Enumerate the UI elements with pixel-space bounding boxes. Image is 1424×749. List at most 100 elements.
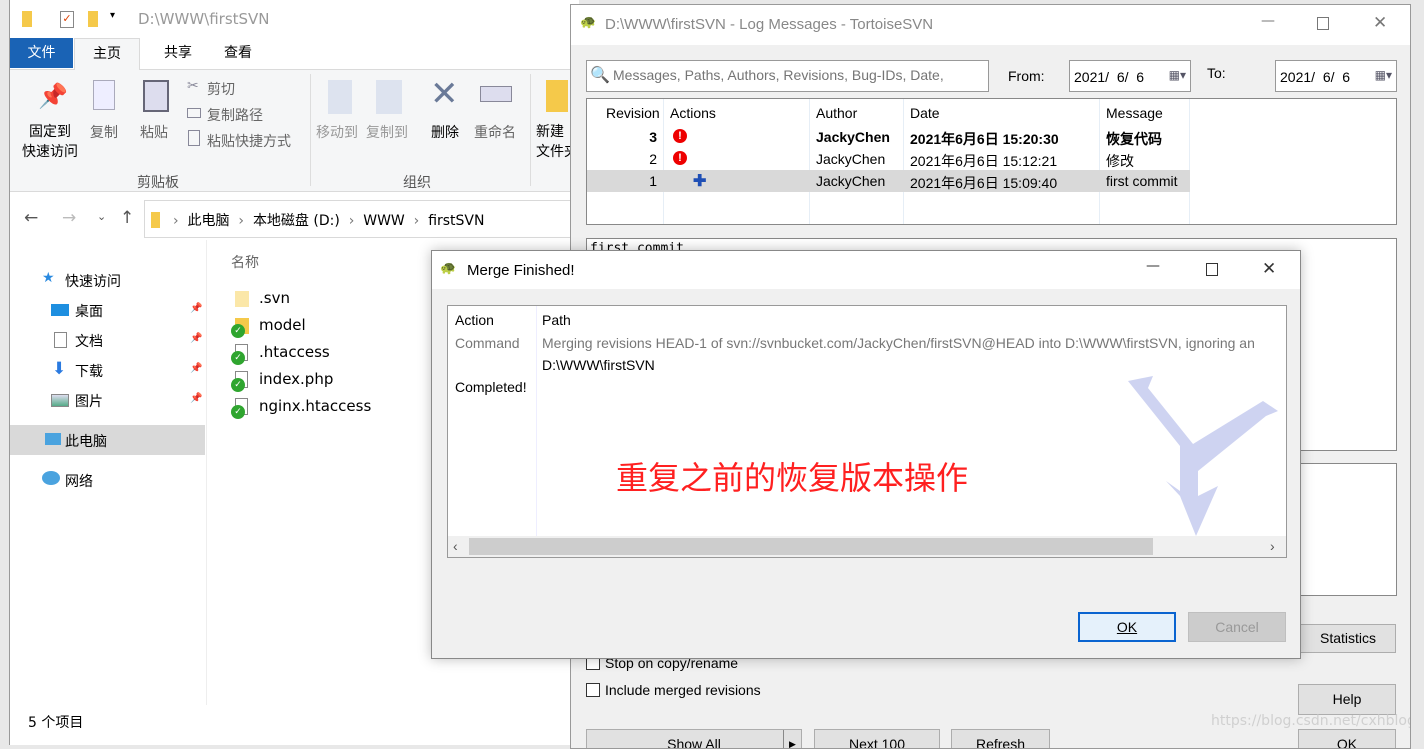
file-name: index.php [259,370,334,388]
folder-icon[interactable] [88,11,98,27]
nav-this-pc[interactable]: 此电脑 [10,425,205,455]
close-button[interactable]: ✕ [1373,13,1387,33]
paste-button[interactable]: 粘贴 [140,122,168,142]
from-label: From: [1008,68,1045,84]
breadcrumb-item[interactable]: 此电脑 [188,213,230,229]
statistics-button[interactable]: Statistics [1300,624,1396,653]
minimize-button[interactable]: — [1261,13,1275,29]
cell-author: JackyChen [816,173,886,189]
column-header-name[interactable]: 名称 [231,252,259,272]
scroll-left-icon[interactable]: ‹ [453,538,458,554]
pin-icon[interactable]: 📌 [190,393,202,404]
revision-list: Revision Actions Author Date Message 3 Ja… [586,98,1397,225]
up-arrow-icon[interactable]: ↑ [120,208,134,228]
navigation-bar: ← → ⌄ ↑ › 此电脑 › 本地磁盘 (D:) › WWW › firstS… [10,200,579,238]
dropdown-arrow-icon[interactable]: ▶ [783,730,801,748]
refresh-button[interactable]: Refresh [951,729,1050,748]
column-header-date[interactable]: Date [910,105,940,121]
copy-icon [93,80,115,110]
copy-button[interactable]: 复制 [90,122,118,142]
column-header-message[interactable]: Message [1106,105,1163,121]
revision-row[interactable]: 1 JackyChen 2021年6月6日 15:09:40 first commit… [587,170,1190,192]
modified-action-icon: ! [673,129,687,143]
revision-row[interactable]: 3 JackyChen 2021年6月6日 15:20:30 恢复代码! [587,126,1190,148]
column-header-action[interactable]: Action [455,312,494,328]
cut-button[interactable]: 剪切 [207,79,235,99]
to-date-picker[interactable]: 2021/ 6/ 6 ▦▾ [1275,60,1397,92]
pin-icon[interactable]: 📌 [190,333,202,344]
help-button[interactable]: Help [1298,684,1396,715]
next-100-button[interactable]: Next 100 [814,729,940,748]
tab-file[interactable]: 文件 [10,38,73,68]
clipboard-icon [143,80,169,112]
cell-message: 恢复代码 [1106,131,1162,147]
nav-documents[interactable]: 文档 [75,331,103,351]
back-arrow-icon[interactable]: ← [24,208,38,228]
minimize-button[interactable]: — [1146,258,1160,274]
calendar-dropdown-icon[interactable]: ▦▾ [1375,68,1392,82]
column-header-actions[interactable]: Actions [670,105,716,121]
quick-access-dropdown-icon[interactable]: ▾ [110,10,115,21]
cell-message: first commit [1106,173,1178,189]
tortoise-icon: 🐢 [440,261,457,276]
breadcrumb-item[interactable]: firstSVN [428,213,484,229]
cell-date: 2021年6月6日 15:12:21 [910,153,1058,169]
copy-to-icon [376,80,402,114]
maximize-button[interactable] [1206,263,1218,276]
nav-quick-access[interactable]: 快速访问 [65,271,121,291]
column-header-author[interactable]: Author [816,105,857,121]
pin-icon[interactable]: 📌 [190,303,202,314]
pin-icon: 📌 [38,82,68,110]
include-merged-label[interactable]: Include merged revisions [605,682,761,698]
pin-quick-access-button[interactable]: 固定到 快速访问 [20,122,80,162]
calendar-dropdown-icon[interactable]: ▦▾ [1169,68,1186,82]
ribbon: 📌 固定到 快速访问 复制 粘贴 ✂ 剪切 复制路径 粘贴快捷方式 剪贴板 移动到… [10,70,579,192]
row-path: D:\WWW\firstSVN [542,357,655,373]
copy-to-button[interactable]: 复制到 [366,122,408,142]
close-button[interactable]: ✕ [1262,259,1276,279]
move-to-button[interactable]: 移动到 [316,122,358,142]
nav-desktop[interactable]: 桌面 [75,301,103,321]
column-header-path[interactable]: Path [542,312,571,328]
group-divider [530,74,531,186]
tab-home[interactable]: 主页 [74,38,140,70]
nav-pictures[interactable]: 图片 [75,391,103,411]
pin-icon[interactable]: 📌 [190,363,202,374]
merge-finished-dialog: 🐢 Merge Finished! — ✕ Action Path Comman… [431,250,1301,659]
address-bar[interactable]: › 此电脑 › 本地磁盘 (D:) › WWW › firstSVN [144,200,579,238]
new-folder-icon [546,80,568,112]
tab-view[interactable]: 查看 [210,38,266,68]
search-box[interactable]: 🔍 [586,60,989,92]
scrollbar-thumb[interactable] [469,538,1153,555]
rename-button[interactable]: 重命名 [474,122,516,142]
download-arrow-icon: ⬇ [52,359,67,379]
forward-arrow-icon[interactable]: → [62,208,76,228]
ok-button[interactable]: OK [1298,729,1396,748]
nav-downloads[interactable]: 下载 [75,361,103,381]
copy-path-button[interactable]: 复制路径 [207,105,263,125]
tab-share[interactable]: 共享 [150,38,206,68]
cell-revision: 3 [649,129,657,145]
scroll-right-icon[interactable]: › [1270,538,1275,554]
properties-icon[interactable]: ✓ [60,11,74,28]
maximize-button[interactable] [1317,17,1329,30]
breadcrumb-item[interactable]: 本地磁盘 (D:) [253,213,340,229]
from-date-picker[interactable]: 2021/ 6/ 6 ▦▾ [1069,60,1191,92]
ok-button[interactable]: OK [1078,612,1176,642]
horizontal-scrollbar[interactable]: ‹ › [448,536,1286,557]
cell-author: JackyChen [816,129,890,145]
recent-dropdown-icon[interactable]: ⌄ [97,210,106,223]
revision-row[interactable]: 2 JackyChen 2021年6月6日 15:12:21 修改! [587,148,1190,170]
column-header-revision[interactable]: Revision [606,105,660,121]
show-all-button[interactable]: Show All ▶ [586,729,802,748]
delete-button[interactable]: 删除 [431,122,459,142]
to-date-value: 2021/ 6/ 6 [1280,69,1351,85]
search-icon[interactable]: 🔍 [590,65,610,84]
nav-network[interactable]: 网络 [65,471,93,491]
breadcrumb-item[interactable]: WWW [363,213,405,229]
search-input[interactable] [613,67,985,83]
cancel-button[interactable]: Cancel [1188,612,1286,642]
paste-shortcut-button[interactable]: 粘贴快捷方式 [207,131,291,151]
include-merged-checkbox[interactable] [586,683,600,697]
merge-title: Merge Finished! [467,262,575,279]
